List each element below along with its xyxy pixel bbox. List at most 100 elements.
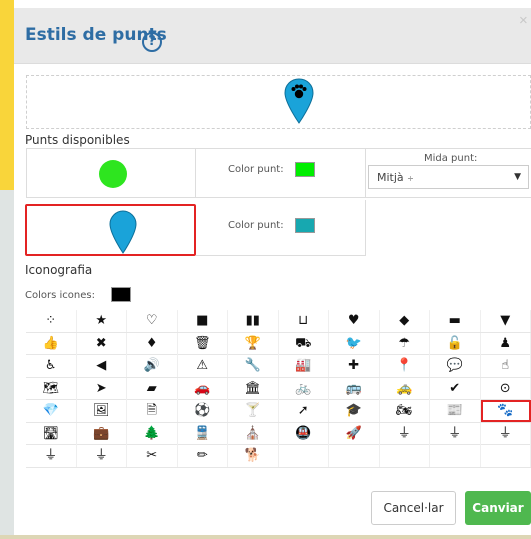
sticky-note-icon[interactable]: ▰ [127,377,178,400]
wrench-icon[interactable]: 🔧 [228,355,279,377]
empty-cell [329,445,380,467]
brush-icon[interactable]: ✏ [178,445,228,467]
industry-icon[interactable]: 🏭 [279,355,329,377]
cup-icon[interactable]: ⊔ [279,310,329,332]
pin-point-icon [109,210,137,254]
image-file-icon[interactable]: 🖼 [77,400,127,422]
truck-icon[interactable]: ⛟ [279,332,329,355]
change-button[interactable]: Canviar [465,491,531,525]
compass-icon[interactable]: ⊙ [481,377,531,400]
unlock-icon[interactable]: 🔓 [430,332,481,355]
volume-high-icon[interactable]: 🔊 [127,355,178,377]
point-styles-dialog: Estils de punts ? × Punts disponibles Co… [14,0,531,539]
trophy-icon[interactable]: 🏆 [228,332,279,355]
star-icon[interactable]: ★ [77,310,127,332]
available-points-label: Punts disponibles [25,133,130,147]
cursor-icon[interactable]: ➤ [77,377,127,400]
tag-icon[interactable]: ◆ [380,310,430,332]
map-icon[interactable]: 🗺 [26,377,77,400]
arrow-down-icon[interactable]: ▼ [481,310,531,332]
train-icon[interactable]: 🚆 [178,422,228,445]
newspaper-icon[interactable]: 📰 [430,400,481,422]
style-preview [26,75,531,129]
size-select-value: Mitjà [377,171,404,184]
thumbs-up-icon[interactable]: 👍 [26,332,77,355]
car-icon[interactable]: 🚗 [178,377,228,400]
road-icon[interactable]: 🛣 [26,422,77,445]
ground-icon[interactable]: ⏚ [77,445,127,467]
background-panel [0,0,14,190]
circle-color-swatch[interactable] [295,162,315,177]
subway-icon[interactable]: 🚇 [279,422,329,445]
pen-icon[interactable]: ✂ [127,445,178,467]
iconography-label: Iconografia [25,263,93,277]
museum-icon[interactable]: 🏛 [228,377,279,400]
dog-icon[interactable]: 🐕 [228,445,279,467]
map-marker-icon[interactable]: 📍 [380,355,430,377]
hand-pointer-icon[interactable]: ☝ [481,355,531,377]
empty-cell [380,445,430,467]
icon-row: 🗺 ➤ ▰ 🚗 🏛 🚲 🚌 🚕 ✔ ⊙ [26,377,531,400]
motorcycle-icon[interactable]: 🏍 [380,400,430,422]
close-icon[interactable]: × [519,12,531,30]
taxi-icon[interactable]: 🚕 [380,377,430,400]
icon-grid: ⁘ ★ ♡ ■ ▮▮ ⊔ ♥ ◆ ▬ ▼ 👍 ✖ ♦ 🗑 🏆 ⛟ 🐦 ☂ 🔓 ♟ ♿ ◀ 🔊 ⚠ 🔧 🏭 ✚ 📍 💬 ☝ 🗺 ➤ ▰ 🚗 🏛 🚲 🚌 🚕 ✔… [26,310,531,468]
heart-icon[interactable]: ♡ [127,310,178,332]
icon-row: ♿ ◀ 🔊 ⚠ 🔧 🏭 ✚ 📍 💬 ☝ [26,355,531,378]
icon-row: ⏚ ⏚ ✂ ✏ 🐕 [26,445,531,468]
twitter-icon[interactable]: 🐦 [329,332,380,355]
cocktail-icon[interactable]: 🍸 [228,400,279,422]
check-circle-icon[interactable]: ✔ [430,377,481,400]
icon-row: 💎 🖼 🗎 ⚽ 🍸 ➚ 🎓 🏍 📰 🐾 [26,400,531,423]
table-icon[interactable]: ▬ [430,310,481,332]
comment-icon[interactable]: 💬 [430,355,481,377]
signpost-icon[interactable]: ✚ [329,355,380,377]
icon-color-swatch[interactable] [111,287,131,302]
diamond-icon[interactable]: 💎 [26,400,77,422]
ground-icon[interactable]: ⏚ [430,422,481,445]
bicycle-icon[interactable]: 🚲 [279,377,329,400]
size-select-inline-caret: ÷ [407,174,414,183]
circle-point-icon [99,160,127,188]
heart-solid-icon[interactable]: ♥ [329,310,380,332]
suitcase-icon[interactable]: 💼 [77,422,127,445]
circle-color-cell: Color punt: [196,148,366,198]
user-icon[interactable]: ♟ [481,332,531,355]
trash-icon[interactable]: 🗑 [178,332,228,355]
volume-low-icon[interactable]: ◀ [77,355,127,377]
circle-point-option[interactable] [26,148,196,198]
paw-icon[interactable]: 🐾 [480,400,531,422]
close-icon[interactable]: ✖ [77,332,127,355]
size-point-label: Mida punt: [424,153,478,164]
warning-icon[interactable]: ⚠ [178,355,228,377]
ground-icon[interactable]: ⏚ [380,422,430,445]
empty-cell [279,445,329,467]
document-icon[interactable]: 🗎 [127,400,178,422]
rocket-icon[interactable]: 🚀 [329,422,380,445]
cancel-button[interactable]: Cancel·lar [371,491,456,525]
pin-point-option[interactable] [25,204,196,256]
dots-icon[interactable]: ⁘ [26,310,77,332]
drop-icon[interactable]: ♦ [127,332,178,355]
ground-icon[interactable]: ⏚ [26,445,77,467]
wheelchair-icon[interactable]: ♿ [26,355,77,377]
graduation-cap-icon[interactable]: 🎓 [329,400,380,422]
soccer-ball-icon[interactable]: ⚽ [178,400,228,422]
preview-marker-icon [284,78,314,124]
tree-icon[interactable]: 🌲 [127,422,178,445]
grid-top-fade [26,304,531,311]
icon-row: 👍 ✖ ♦ 🗑 🏆 ⛟ 🐦 ☂ 🔓 ♟ [26,332,531,355]
empty-cell [430,445,481,467]
ground-icon[interactable]: ⏚ [481,422,531,445]
location-arrow-icon[interactable]: ➚ [279,400,329,422]
size-select[interactable]: Mitjà ÷ ▼ [368,165,529,189]
icon-colors-label: Colors icones: [25,290,95,301]
help-icon[interactable]: ? [142,32,162,52]
monument-icon[interactable]: ⛪ [228,422,279,445]
square-icon[interactable]: ■ [178,310,228,332]
bus-icon[interactable]: 🚌 [329,377,380,400]
umbrella-icon[interactable]: ☂ [380,332,430,355]
columns-icon[interactable]: ▮▮ [228,310,279,332]
pin-color-swatch[interactable] [295,218,315,233]
color-point-label-2: Color punt: [228,220,284,231]
